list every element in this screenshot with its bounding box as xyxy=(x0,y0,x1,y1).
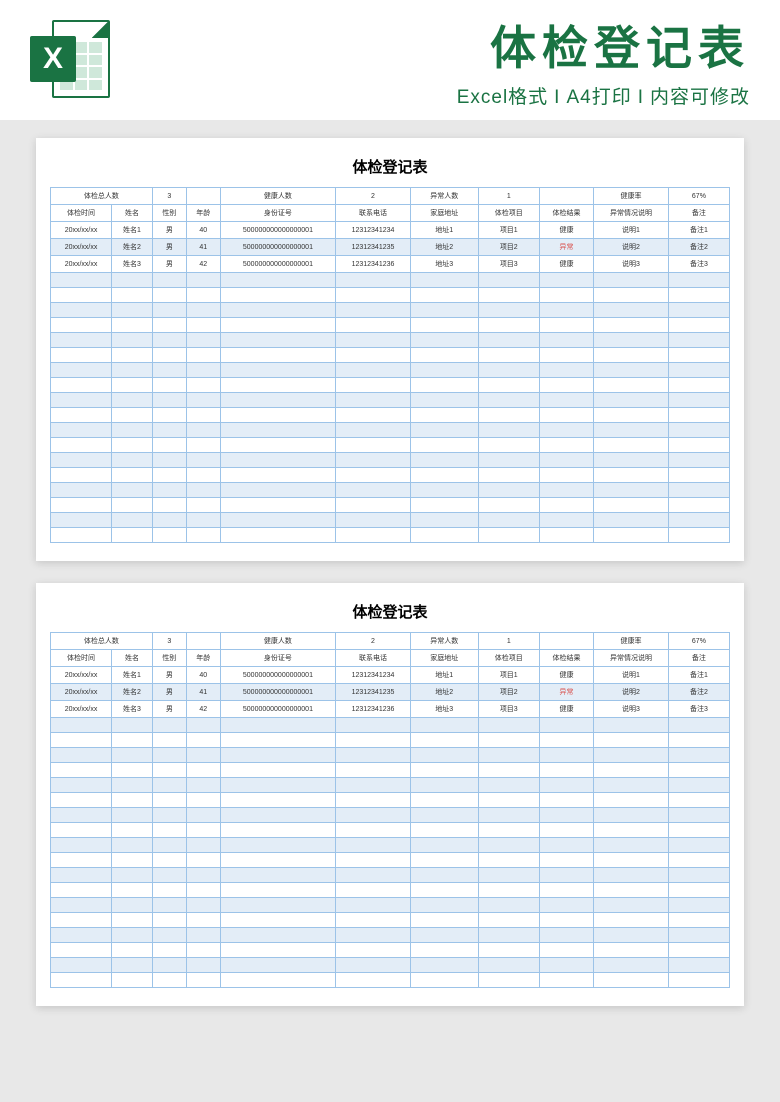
banner-subtitle: Excel格式IA4打印I内容可修改 xyxy=(130,82,750,109)
col-header-age: 年龄 xyxy=(186,650,220,667)
sheet-page-2: 体检登记表体检总人数3健康人数2异常人数1健康率67%体检时间姓名性别年龄身份证… xyxy=(36,583,744,1006)
table-row: 20xx/xx/xx姓名2男41500000000000000001123123… xyxy=(51,239,730,256)
table-row: 20xx/xx/xx姓名1男40500000000000000001123123… xyxy=(51,667,730,684)
col-header-id: 身份证号 xyxy=(220,650,335,667)
table-row xyxy=(51,408,730,423)
col-header-name: 姓名 xyxy=(112,205,153,222)
table-row xyxy=(51,973,730,988)
banner-sub-part-1: A4打印 xyxy=(566,87,631,108)
banner-text-block: 体检登记表 Excel格式IA4打印I内容可修改 xyxy=(130,12,750,109)
excel-x-badge: X xyxy=(30,36,76,82)
table-row xyxy=(51,363,730,378)
table-row xyxy=(51,513,730,528)
summary-row: 体检总人数3健康人数2异常人数1健康率67% xyxy=(51,633,730,650)
col-header-note: 异常情况说明 xyxy=(594,205,669,222)
banner: X 体检登记表 Excel格式IA4打印I内容可修改 xyxy=(0,0,780,120)
table-row xyxy=(51,468,730,483)
registration-table: 体检总人数3健康人数2异常人数1健康率67%体检时间姓名性别年龄身份证号联系电话… xyxy=(50,632,730,988)
col-header-item: 体检项目 xyxy=(478,205,539,222)
table-row xyxy=(51,378,730,393)
table-row xyxy=(51,808,730,823)
table-row xyxy=(51,868,730,883)
col-header-id: 身份证号 xyxy=(220,205,335,222)
table-row xyxy=(51,483,730,498)
table-row xyxy=(51,913,730,928)
table-row xyxy=(51,853,730,868)
excel-file-icon: X xyxy=(30,20,110,100)
table-row xyxy=(51,498,730,513)
col-header-name: 姓名 xyxy=(112,650,153,667)
table-row xyxy=(51,438,730,453)
table-row xyxy=(51,838,730,853)
summary-row: 体检总人数3健康人数2异常人数1健康率67% xyxy=(51,188,730,205)
col-header-result: 体检结果 xyxy=(539,650,593,667)
table-row xyxy=(51,303,730,318)
col-header-date: 体检时间 xyxy=(51,650,112,667)
col-header-phone: 联系电话 xyxy=(336,650,411,667)
header-row: 体检时间姓名性别年龄身份证号联系电话家庭地址体检项目体检结果异常情况说明备注 xyxy=(51,650,730,667)
col-header-phone: 联系电话 xyxy=(336,205,411,222)
table-row: 20xx/xx/xx姓名2男41500000000000000001123123… xyxy=(51,684,730,701)
col-header-result: 体检结果 xyxy=(539,205,593,222)
banner-sub-part-0: Excel格式 xyxy=(457,87,548,108)
col-header-date: 体检时间 xyxy=(51,205,112,222)
header-row: 体检时间姓名性别年龄身份证号联系电话家庭地址体检项目体检结果异常情况说明备注 xyxy=(51,205,730,222)
sheet-preview-area: 体检登记表体检总人数3健康人数2异常人数1健康率67%体检时间姓名性别年龄身份证… xyxy=(0,120,780,1046)
table-row xyxy=(51,898,730,913)
table-row xyxy=(51,288,730,303)
registration-table: 体检总人数3健康人数2异常人数1健康率67%体检时间姓名性别年龄身份证号联系电话… xyxy=(50,187,730,543)
table-row xyxy=(51,528,730,543)
table-row xyxy=(51,453,730,468)
sheet-page-1: 体检登记表体检总人数3健康人数2异常人数1健康率67%体检时间姓名性别年龄身份证… xyxy=(36,138,744,561)
table-row xyxy=(51,733,730,748)
col-header-note: 异常情况说明 xyxy=(594,650,669,667)
table-row: 20xx/xx/xx姓名1男40500000000000000001123123… xyxy=(51,222,730,239)
table-row xyxy=(51,718,730,733)
col-header-addr: 家庭地址 xyxy=(410,205,478,222)
banner-sub-part-2: 内容可修改 xyxy=(650,87,750,108)
table-row xyxy=(51,793,730,808)
col-header-addr: 家庭地址 xyxy=(410,650,478,667)
table-row xyxy=(51,748,730,763)
table-row: 20xx/xx/xx姓名3男42500000000000000001123123… xyxy=(51,701,730,718)
table-row xyxy=(51,823,730,838)
table-row xyxy=(51,958,730,973)
col-header-remark: 备注 xyxy=(668,650,729,667)
table-row xyxy=(51,273,730,288)
table-row xyxy=(51,763,730,778)
sheet-title: 体检登记表 xyxy=(50,150,730,187)
table-row xyxy=(51,928,730,943)
table-row: 20xx/xx/xx姓名3男42500000000000000001123123… xyxy=(51,256,730,273)
banner-title: 体检登记表 xyxy=(130,12,750,78)
table-row xyxy=(51,943,730,958)
col-header-age: 年龄 xyxy=(186,205,220,222)
col-header-item: 体检项目 xyxy=(478,650,539,667)
col-header-remark: 备注 xyxy=(668,205,729,222)
table-row xyxy=(51,393,730,408)
table-row xyxy=(51,883,730,898)
table-row xyxy=(51,778,730,793)
col-header-gender: 性别 xyxy=(152,650,186,667)
table-row xyxy=(51,348,730,363)
table-row xyxy=(51,318,730,333)
table-row xyxy=(51,333,730,348)
col-header-gender: 性别 xyxy=(152,205,186,222)
table-row xyxy=(51,423,730,438)
sheet-title: 体检登记表 xyxy=(50,595,730,632)
